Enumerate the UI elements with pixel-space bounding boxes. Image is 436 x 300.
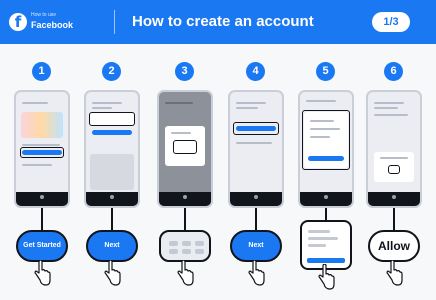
tap-hand-icon [177,260,194,286]
phone-screenshot [157,90,213,208]
step-5: 5 [296,44,356,300]
phone-screenshot [228,90,284,208]
tap-hand-icon [318,264,335,290]
step-6: 6 Allow [364,44,424,300]
steps-area: 1 Get Started 2 Next 3 4 Next 5 6 Allow [0,44,436,300]
step-number: 6 [384,62,403,81]
step-3: 3 [155,44,215,300]
tap-hand-icon [386,260,403,286]
logo-caption: How to use [31,12,57,18]
step-2: 2 Next [82,44,142,300]
allow-button[interactable]: Allow [368,230,420,262]
highlight-box [388,165,400,174]
highlight-box [20,147,64,158]
keyboard-area [90,154,134,190]
page-title: How to create an account [132,13,314,30]
highlight-box [89,112,135,126]
phone-screenshot [84,90,140,208]
welcome-illustration [21,112,63,138]
header-divider [114,10,115,34]
step-counter-badge: 1/3 [372,12,410,32]
step-1: 1 Get Started [12,44,72,300]
next-button[interactable]: Next [230,230,282,262]
step-number: 1 [32,62,51,81]
highlight-box [302,110,350,170]
step-number: 4 [246,62,265,81]
tap-hand-icon [248,260,265,286]
tap-hand-icon [104,260,121,286]
phone-screenshot [298,90,354,208]
phone-screenshot [14,90,70,208]
date-picker-zoom[interactable] [159,230,211,262]
options-zoom[interactable] [300,220,352,270]
step-4: 4 Next [226,44,286,300]
date-picker-dialog [165,126,205,166]
step-number: 3 [175,62,194,81]
highlight-box [233,122,279,135]
highlight-box [173,140,197,154]
phone-screenshot [366,90,422,208]
step-number: 2 [102,62,121,81]
tap-hand-icon [34,260,51,286]
logo-brand-name: Facebook [31,20,74,30]
header-banner: f How to use Facebook How to create an a… [0,0,436,44]
permission-dialog [374,152,414,182]
facebook-logo-icon: f [9,13,27,31]
next-button[interactable]: Next [86,230,138,262]
get-started-button[interactable]: Get Started [16,230,68,262]
step-number: 5 [316,62,335,81]
